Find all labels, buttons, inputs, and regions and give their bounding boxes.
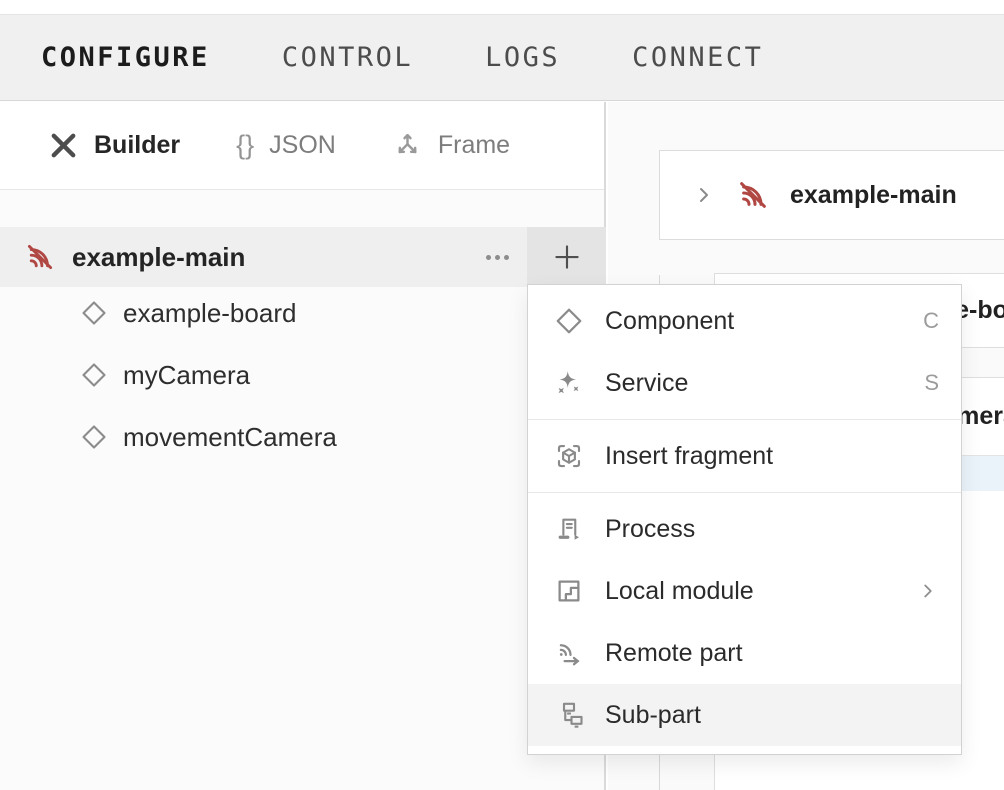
view-switcher: Builder {} JSON Frame (0, 102, 604, 190)
view-json-label: JSON (269, 131, 336, 160)
tree-item-label: myCamera (123, 360, 250, 391)
view-builder-button[interactable]: Builder (48, 130, 180, 161)
menu-item-process[interactable]: Process (528, 498, 961, 560)
shortcut-key: S (924, 370, 939, 396)
module-steps-icon (552, 576, 586, 606)
menu-item-label: Service (605, 369, 688, 398)
menu-item-sub-part[interactable]: Sub-part (528, 684, 961, 746)
tab-connect[interactable]: CONNECT (632, 42, 763, 73)
tree-root-row[interactable]: example-main (0, 227, 606, 287)
component-diamond-icon (552, 306, 586, 336)
tab-control[interactable]: CONTROL (282, 42, 413, 73)
plus-icon (550, 240, 584, 274)
menu-item-component[interactable]: Component C (528, 290, 961, 352)
component-diamond-icon (80, 361, 108, 389)
menu-item-label: Insert fragment (605, 442, 773, 471)
service-sparkles-icon (552, 368, 586, 398)
menu-item-label: Local module (605, 577, 754, 606)
menu-item-service[interactable]: Service S (528, 352, 961, 414)
tab-configure[interactable]: CONFIGURE (41, 42, 210, 73)
menu-item-label: Component (605, 307, 734, 336)
menu-group-advanced: Process Local module (528, 493, 961, 751)
main-part-title: example-main (790, 181, 957, 210)
tree-item-board[interactable]: example-board (0, 282, 606, 344)
add-resource-menu: Component C Service S (527, 284, 962, 755)
config-sidebar: Builder {} JSON Frame (0, 102, 606, 790)
menu-item-label: Remote part (605, 639, 743, 668)
menu-item-insert-fragment[interactable]: Insert fragment (528, 425, 961, 487)
tree-item-label: example-board (123, 298, 296, 329)
chevron-right-icon[interactable] (692, 183, 716, 207)
tree-item-mycamera[interactable]: myCamera (0, 344, 606, 406)
menu-group-fragment: Insert fragment (528, 420, 961, 492)
view-builder-label: Builder (94, 131, 180, 160)
submenu-chevron-icon (917, 580, 939, 602)
tree-root-label: example-main (72, 242, 477, 273)
menu-item-label: Process (605, 515, 695, 544)
menu-item-local-module[interactable]: Local module (528, 560, 961, 622)
fragment-cube-icon (552, 441, 586, 471)
component-diamond-icon (80, 423, 108, 451)
braces-icon: {} (236, 130, 254, 161)
shortcut-key: C (923, 308, 939, 334)
remote-signal-icon (552, 638, 586, 668)
app-window: CONFIGURE CONTROL LOGS CONNECT example-m… (0, 0, 1004, 790)
view-json-button[interactable]: {} JSON (236, 130, 336, 161)
tree-item-movementcamera[interactable]: movementCamera (0, 406, 606, 468)
offline-wifi-icon (25, 242, 55, 272)
sub-part-network-icon (552, 700, 586, 730)
top-navbar: CONFIGURE CONTROL LOGS CONNECT (0, 14, 1004, 101)
tree-item-label: movementCamera (123, 422, 337, 453)
offline-wifi-icon (737, 179, 769, 211)
add-resource-button[interactable] (527, 227, 606, 287)
more-options-button[interactable] (477, 227, 517, 287)
view-frame-label: Frame (438, 131, 510, 160)
builder-tools-icon (48, 130, 79, 161)
menu-group-resources: Component C Service S (528, 285, 961, 419)
menu-item-label: Sub-part (605, 701, 701, 730)
tab-logs[interactable]: LOGS (485, 42, 560, 73)
frame-axes-icon (392, 130, 423, 161)
process-script-icon (552, 514, 586, 544)
view-frame-button[interactable]: Frame (392, 130, 510, 161)
menu-item-remote-part[interactable]: Remote part (528, 622, 961, 684)
component-diamond-icon (80, 299, 108, 327)
main-part-card[interactable]: example-main (659, 150, 1004, 240)
